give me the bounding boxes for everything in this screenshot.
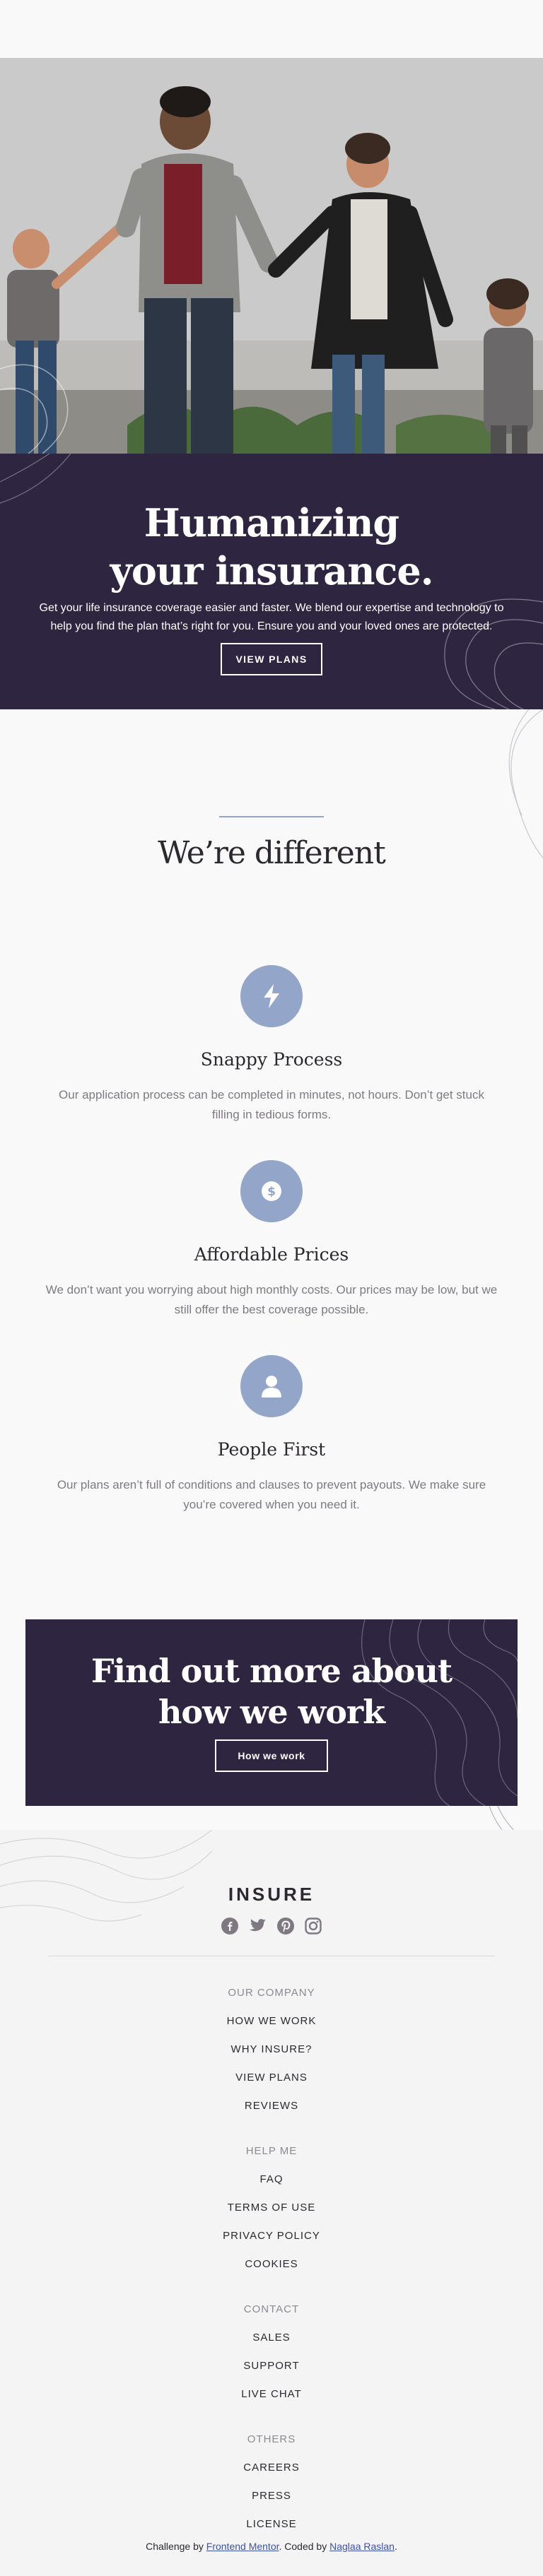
feature-title: Affordable Prices xyxy=(194,1244,349,1265)
footer-link-privacy-policy[interactable]: PRIVACY POLICY xyxy=(0,2230,543,2242)
cta-title-line-2: how we work xyxy=(158,1693,385,1731)
footer-link-press[interactable]: PRESS xyxy=(0,2490,543,2502)
page-header xyxy=(0,0,543,58)
hero-title-line-1: Humanizing xyxy=(144,500,399,545)
hero-title: Humanizing your insurance. xyxy=(0,499,543,595)
footer-link-reviews[interactable]: REVIEWS xyxy=(0,2100,543,2112)
footer-link-support[interactable]: SUPPORT xyxy=(0,2360,543,2372)
footer-link-cookies[interactable]: COOKIES xyxy=(0,2258,543,2270)
hero-title-line-2: your insurance. xyxy=(110,548,433,593)
hero-section: Humanizing your insurance. Get your life… xyxy=(0,454,543,709)
frontend-mentor-link[interactable]: Frontend Mentor xyxy=(206,2541,279,2552)
section-divider xyxy=(219,816,324,817)
feature-description: We don’t want you worrying about high mo… xyxy=(45,1283,498,1316)
footer-heading-contact: CONTACT xyxy=(243,2303,300,2315)
footer-link-view-plans[interactable]: VIEW PLANS xyxy=(0,2072,543,2084)
footer-link-license[interactable]: LICENSE xyxy=(0,2518,543,2530)
hero-family-photo xyxy=(0,58,543,454)
feature-affordable-prices: $ Affordable Prices We don’t want you wo… xyxy=(45,1160,498,1330)
insure-logo[interactable]: INSURE xyxy=(0,1884,543,1906)
feature-snappy-process: Snappy Process Our application process c… xyxy=(45,965,498,1135)
attribution: Challenge by Frontend Mentor. Coded by N… xyxy=(0,2541,543,2552)
social-links xyxy=(220,1916,323,1936)
feature-description: Our plans aren’t full of conditions and … xyxy=(57,1478,486,1511)
lightning-bolt-icon xyxy=(240,965,303,1027)
footer: INSURE OUR COMPANY HOW WE WORK WHY INSUR… xyxy=(0,1830,543,2576)
footer-heading-our-company: OUR COMPANY xyxy=(228,1987,315,1999)
feature-people-first: People First Our plans aren’t full of co… xyxy=(45,1355,498,1525)
attribution-suffix: . xyxy=(394,2541,397,2552)
footer-pattern-icon xyxy=(0,1830,212,1922)
different-title: We’re different xyxy=(158,835,386,871)
svg-text:$: $ xyxy=(267,1185,276,1199)
attribution-prefix: Challenge by xyxy=(146,2541,206,2552)
feature-description: Our application process can be completed… xyxy=(59,1088,484,1121)
footer-heading-help-me: HELP ME xyxy=(245,2145,298,2157)
hero-description: Get your life insurance coverage easier … xyxy=(39,602,504,632)
footer-link-live-chat[interactable]: LIVE CHAT xyxy=(0,2388,543,2400)
instagram-icon[interactable] xyxy=(303,1916,323,1936)
footer-heading-others: OTHERS xyxy=(247,2433,296,2445)
how-we-work-section: Find out more about how we work How we w… xyxy=(25,1619,518,1806)
dollar-coin-icon: $ xyxy=(240,1160,303,1222)
footer-link-sales[interactable]: SALES xyxy=(0,2332,543,2344)
footer-link-why-insure[interactable]: WHY INSURE? xyxy=(0,2043,543,2055)
attribution-middle: . Coded by xyxy=(279,2541,330,2552)
feature-title: Snappy Process xyxy=(200,1049,343,1070)
feature-title: People First xyxy=(217,1439,326,1460)
cta-title: Find out more about how we work xyxy=(25,1650,518,1732)
how-we-work-button[interactable]: How we work xyxy=(215,1739,328,1772)
facebook-icon[interactable] xyxy=(220,1916,240,1936)
twitter-icon[interactable] xyxy=(247,1916,267,1936)
footer-link-terms-of-use[interactable]: TERMS OF USE xyxy=(0,2202,543,2214)
author-link[interactable]: Naglaa Raslan xyxy=(329,2541,395,2552)
person-icon xyxy=(240,1355,303,1417)
footer-link-careers[interactable]: CAREERS xyxy=(0,2462,543,2474)
view-plans-button[interactable]: VIEW PLANS xyxy=(221,643,322,675)
pinterest-icon[interactable] xyxy=(276,1916,296,1936)
cta-title-line-1: Find out more about xyxy=(90,1652,452,1690)
footer-link-how-we-work[interactable]: HOW WE WORK xyxy=(0,2015,543,2027)
footer-link-faq[interactable]: FAQ xyxy=(0,2173,543,2185)
